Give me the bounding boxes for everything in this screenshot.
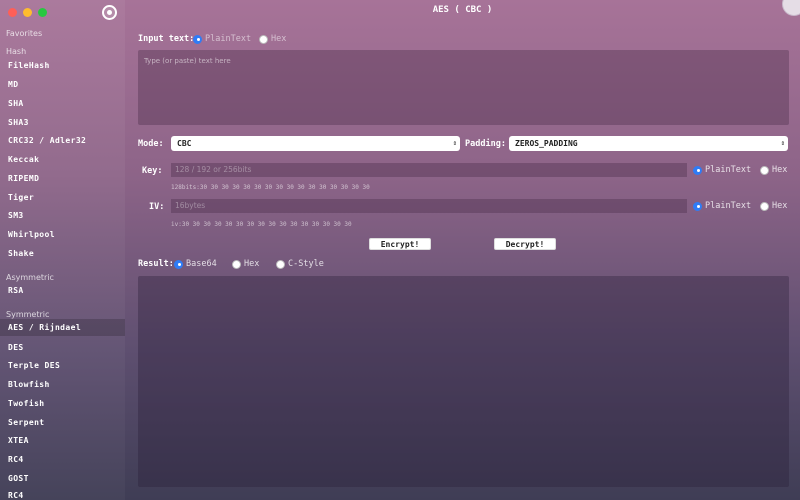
radio-selected-icon[interactable] [174,259,183,269]
radio-unselected-icon[interactable] [760,165,769,175]
sidebar-item-serpent[interactable]: Serpent [0,414,125,431]
padding-select[interactable]: ZEROS_PADDING ⇕ [509,136,788,151]
sidebar-item-gost[interactable]: GOST [0,470,125,487]
minimize-window-button[interactable] [23,8,32,17]
radio-unselected-icon[interactable] [259,34,268,44]
app-logo-icon [102,5,117,20]
iv-hex-option[interactable]: Hex [760,201,787,211]
sidebar-item-sha[interactable]: SHA [0,95,125,112]
sidebar-item-aes[interactable]: AES / Rijndael [0,319,125,336]
section-favorites: Favorites [6,29,43,38]
sidebar-item-blowfish[interactable]: Blowfish [0,376,125,393]
input-text-label: Input text: [138,34,195,44]
iv-label: IV: [149,202,165,212]
input-placeholder: Type (or paste) text here [144,57,231,65]
mode-select[interactable]: CBC ⇕ [171,136,460,151]
section-hash: Hash [6,47,27,56]
key-plaintext-option[interactable]: PlainText [693,165,751,175]
sidebar-item-rc4[interactable]: RC4 [0,451,125,468]
encrypt-button[interactable]: Encrypt! [369,238,431,250]
radio-selected-icon[interactable] [193,34,202,44]
radio-selected-icon[interactable] [693,201,702,211]
result-hex-option[interactable]: Hex [232,259,259,269]
sidebar-item-tiger[interactable]: Tiger [0,189,125,206]
padding-label: Padding: [465,139,506,149]
sidebar-item-crc32[interactable]: CRC32 / Adler32 [0,132,125,149]
close-window-button[interactable] [8,8,17,17]
input-hex-option[interactable]: Hex [259,34,286,44]
sidebar-item-sha3[interactable]: SHA3 [0,114,125,131]
key-input[interactable]: 128 / 192 or 256bits [171,163,687,177]
window-title: AES ( CBC ) [432,5,493,15]
iv-input[interactable]: 16bytes [171,199,687,213]
sidebar-item-shake[interactable]: Shake [0,245,125,262]
section-symmetric: Symmetric [6,310,50,319]
sidebar-item-ripemd[interactable]: RIPEMD [0,170,125,187]
sidebar-item-md[interactable]: MD [0,76,125,93]
iv-hint: iv:30 30 30 30 30 30 30 30 30 30 30 30 3… [171,221,352,228]
key-hex-option[interactable]: Hex [760,165,787,175]
sidebar-item-filehash[interactable]: FileHash [0,57,125,74]
sidebar-item-xtea[interactable]: XTEA [0,432,125,449]
sidebar-item-rc4-2[interactable]: RC4 [0,487,125,500]
updown-chevron-icon: ⇕ [780,139,785,147]
zoom-window-button[interactable] [38,8,47,17]
iv-plaintext-option[interactable]: PlainText [693,201,751,211]
sidebar-item-triple-des[interactable]: Terple DES [0,357,125,374]
radio-unselected-icon[interactable] [232,259,241,269]
radio-selected-icon[interactable] [693,165,702,175]
sidebar-item-twofish[interactable]: Twofish [0,395,125,412]
key-label: Key: [142,166,163,176]
sidebar-item-whirlpool[interactable]: Whirlpool [0,226,125,243]
input-textarea[interactable]: Type (or paste) text here [138,50,789,125]
result-label: Result: [138,259,174,269]
updown-chevron-icon: ⇕ [452,139,457,147]
input-plaintext-option[interactable]: PlainText [193,34,251,44]
radio-unselected-icon[interactable] [760,201,769,211]
result-base64-option[interactable]: Base64 [174,259,217,269]
result-textarea[interactable] [138,276,789,487]
mode-label: Mode: [138,139,164,149]
radio-unselected-icon[interactable] [276,259,285,269]
sidebar-item-rsa[interactable]: RSA [0,282,125,299]
sidebar-item-des[interactable]: DES [0,339,125,356]
sidebar: Favorites Hash FileHash MD SHA SHA3 CRC3… [0,0,125,500]
decrypt-button[interactable]: Decrypt! [494,238,556,250]
section-asymmetric: Asymmetric [6,273,54,282]
key-hint: 128bits:30 30 30 30 30 30 30 30 30 30 30… [171,184,370,191]
result-cstyle-option[interactable]: C-Style [276,259,324,269]
window-controls [8,8,47,17]
sidebar-item-keccak[interactable]: Keccak [0,151,125,168]
sidebar-item-sm3[interactable]: SM3 [0,207,125,224]
